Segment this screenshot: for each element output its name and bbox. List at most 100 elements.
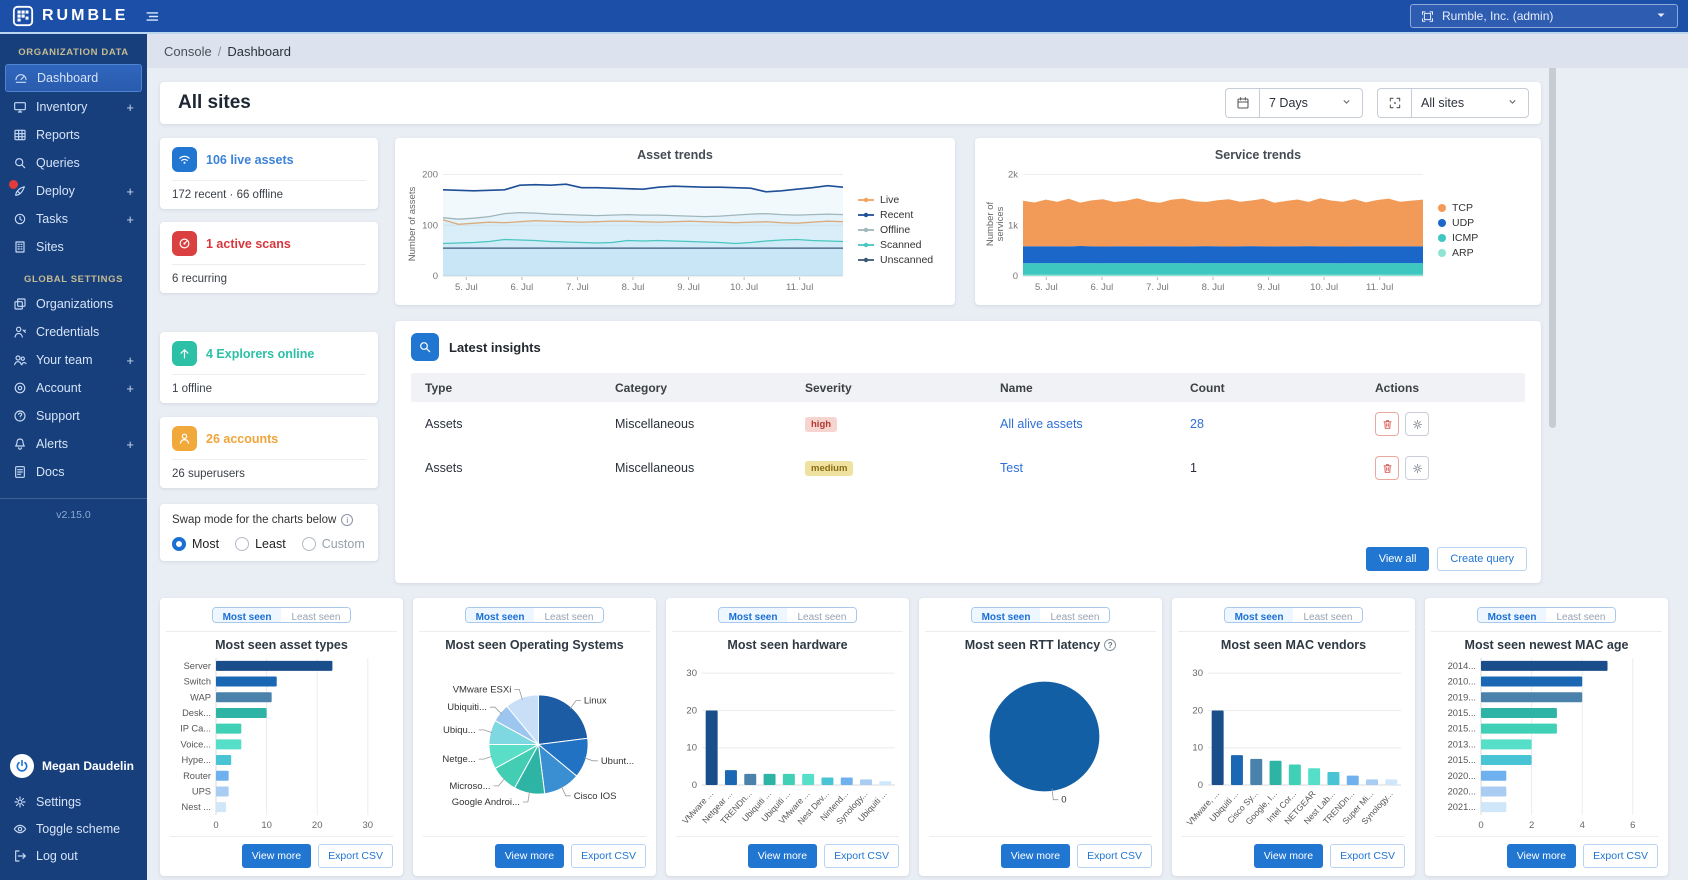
svg-text:5. Jul: 5. Jul [1035,282,1058,293]
sidebar-item-your-team[interactable]: Your team+ [5,347,142,373]
expand-plus-icon[interactable]: + [126,184,137,199]
organization-select-value: Rumble, Inc. (admin) [1442,9,1553,23]
least-seen-button[interactable]: Least seen [1546,608,1615,622]
configure-button[interactable] [1405,412,1429,436]
most-seen-button[interactable]: Most seen [719,608,788,622]
export-csv-button[interactable]: Export CSV [1077,844,1152,868]
sidebar-item-sites[interactable]: Sites [5,234,142,260]
user-menu[interactable]: Megan Daudelin [0,748,147,788]
legend-item-arp[interactable]: ARP [1437,247,1531,259]
help-icon[interactable]: ? [1104,639,1116,651]
stat-title-link[interactable]: 26 accounts [206,432,278,446]
least-seen-button[interactable]: Least seen [1293,608,1362,622]
sidebar-item-tasks[interactable]: Tasks+ [5,206,142,232]
sidebar-item-account[interactable]: Account+ [5,375,142,401]
expand-plus-icon[interactable]: + [126,100,137,115]
most-seen-button[interactable]: Most seen [972,608,1041,622]
calendar-icon[interactable] [1225,88,1259,118]
stat-title-link[interactable]: 106 live assets [206,153,294,167]
legend-item-recent[interactable]: Recent [857,209,945,221]
sidebar-item-dashboard[interactable]: Dashboard [5,64,142,92]
insight-name-link[interactable]: All alive assets [1000,417,1190,431]
sidebar-item-toggle-scheme[interactable]: Toggle scheme [5,816,142,842]
org-icon [12,296,28,312]
export-csv-button[interactable]: Export CSV [824,844,899,868]
view-more-button[interactable]: View more [242,844,311,868]
stat-title-link[interactable]: 1 active scans [206,237,291,251]
radio-dot[interactable] [235,537,249,551]
insight-name-link[interactable]: Test [1000,461,1190,475]
legend-swatch [857,196,875,204]
svg-text:2021...: 2021... [1448,802,1476,812]
cell-category: Miscellaneous [615,461,805,475]
sidebar-item-settings[interactable]: Settings [5,789,142,815]
export-csv-button[interactable]: Export CSV [318,844,393,868]
create-query-button[interactable]: Create query [1437,547,1527,571]
expand-plus-icon[interactable]: + [126,437,137,452]
sidebar-item-alerts[interactable]: Alerts+ [5,431,142,457]
most-seen-button[interactable]: Most seen [466,608,535,622]
view-more-button[interactable]: View more [1001,844,1070,868]
legend-item-tcp[interactable]: TCP [1437,202,1531,214]
sidebar-item-docs[interactable]: Docs [5,459,142,485]
radio-least[interactable]: Least [235,537,286,551]
least-seen-button[interactable]: Least seen [1040,608,1109,622]
export-csv-button[interactable]: Export CSV [571,844,646,868]
legend-item-udp[interactable]: UDP [1437,217,1531,229]
least-seen-button[interactable]: Least seen [534,608,603,622]
sidebar-item-support[interactable]: Support [5,403,142,429]
sidebar-item-log-out[interactable]: Log out [5,843,142,869]
sidebar-item-queries[interactable]: Queries [5,150,142,176]
legend-swatch [857,256,875,264]
svg-text:6. Jul: 6. Jul [511,282,534,293]
sidebar-item-label: Inventory [36,100,87,114]
person-icon [12,324,28,340]
legend-item-icmp[interactable]: ICMP [1437,232,1531,244]
breadcrumb-console[interactable]: Console [164,44,212,59]
most-seen-button[interactable]: Most seen [213,608,282,622]
sidebar-item-label: Log out [36,849,78,863]
sidebar-item-label: Reports [36,128,80,142]
most-seen-button[interactable]: Most seen [1478,608,1547,622]
organization-select[interactable]: Rumble, Inc. (admin) [1410,4,1678,28]
radio-dot[interactable] [172,537,186,551]
legend-item-live[interactable]: Live [857,194,945,206]
configure-button[interactable] [1405,456,1429,480]
least-seen-button[interactable]: Least seen [787,608,856,622]
view-more-button[interactable]: View more [748,844,817,868]
brand[interactable]: RUMBLE [12,5,128,27]
view-more-button[interactable]: View more [1507,844,1576,868]
view-more-button[interactable]: View more [1254,844,1323,868]
sidebar-item-organizations[interactable]: Organizations [5,291,142,317]
delete-button[interactable] [1375,412,1399,436]
export-csv-button[interactable]: Export CSV [1583,844,1658,868]
sidebar-item-reports[interactable]: Reports [5,122,142,148]
sidebar-item-deploy[interactable]: Deploy+ [5,178,142,204]
svg-text:Router: Router [183,771,211,781]
sidebar-collapse-icon[interactable] [144,7,163,26]
sidebar-item-inventory[interactable]: Inventory + [5,94,142,120]
date-range-select[interactable]: 7 Days [1259,88,1363,118]
legend-item-scanned[interactable]: Scanned [857,239,945,251]
radio-custom[interactable]: Custom [302,537,365,551]
most-seen-button[interactable]: Most seen [1225,608,1294,622]
expand-plus-icon[interactable]: + [126,212,137,227]
radio-most[interactable]: Most [172,537,219,551]
expand-plus-icon[interactable]: + [126,353,137,368]
sidebar-item-credentials[interactable]: Credentials [5,319,142,345]
scrollbar-thumb[interactable] [1549,48,1556,428]
delete-button[interactable] [1375,456,1399,480]
stat-title-link[interactable]: 4 Explorers online [206,347,314,361]
sites-select[interactable]: All sites [1411,88,1529,118]
export-csv-button[interactable]: Export CSV [1330,844,1405,868]
svg-text:7. Jul: 7. Jul [1146,282,1169,293]
radio-dot[interactable] [302,537,316,551]
least-seen-button[interactable]: Least seen [281,608,350,622]
legend-item-offline[interactable]: Offline [857,224,945,236]
cell-count[interactable]: 28 [1190,417,1375,431]
view-more-button[interactable]: View more [495,844,564,868]
sites-icon[interactable] [1377,88,1411,118]
expand-plus-icon[interactable]: + [126,381,137,396]
view-all-button[interactable]: View all [1366,547,1430,571]
legend-item-unscanned[interactable]: Unscanned [857,254,945,266]
